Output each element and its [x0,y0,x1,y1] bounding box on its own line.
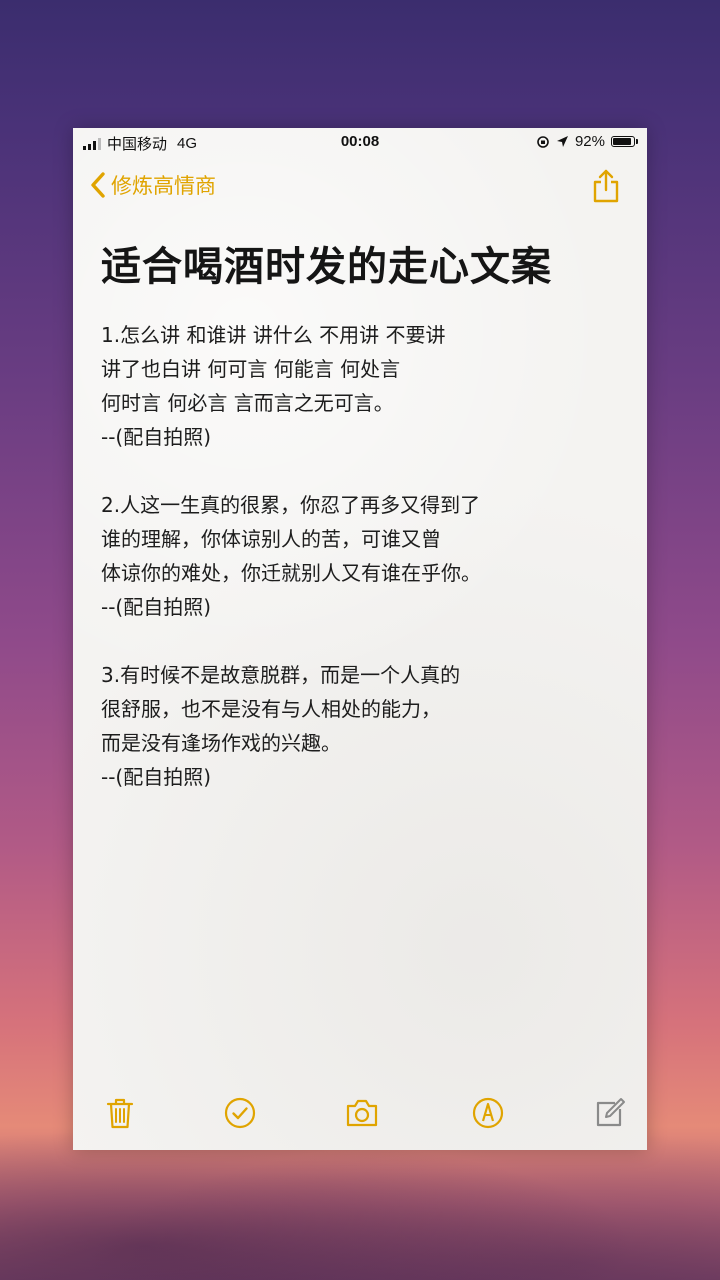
note-body[interactable]: 1.怎么讲 和谁讲 讲什么 不用讲 不要讲 讲了也白讲 何可言 何能言 何处言 … [101,318,631,828]
note-line: 讲了也白讲 何可言 何能言 何处言 [101,357,401,381]
camera-icon[interactable] [345,1096,379,1130]
status-bar: 中国移动 4G 00:08 92% [73,128,647,158]
phone-screen: 中国移动 4G 00:08 92% 修炼高情商 适合喝酒时发的走心文案 1.怎么… [73,128,647,1150]
battery-fill [613,138,632,145]
note-line: 很舒服，也不是没有与人相处的能力， [101,697,441,721]
location-icon [556,136,568,147]
note-line: --(配自拍照) [101,765,212,789]
battery-icon [611,136,638,147]
note-line: 何时言 何必言 言而言之无可言。 [101,391,394,415]
bottom-toolbar [73,1080,647,1150]
checklist-icon[interactable] [223,1096,257,1130]
note-title: 适合喝酒时发的走心文案 [101,244,552,290]
battery-percent: 92% [574,133,605,150]
note-line: 而是没有逢场作戏的兴趣。 [101,731,341,755]
note-section: 3.有时候不是故意脱群，而是一个人真的 很舒服，也不是没有与人相处的能力， 而是… [101,658,631,794]
note-line: --(配自拍照) [101,595,212,619]
chevron-left-icon [91,172,105,198]
orientation-lock-icon [537,135,549,148]
note-section: 2.人这一生真的很累，你忍了再多又得到了 谁的理解，你体谅别人的苦，可谁又曾 体… [101,488,631,624]
navigation-bar: 修炼高情商 [73,168,647,208]
note-line: --(配自拍照) [101,425,212,449]
back-label: 修炼高情商 [111,174,216,198]
note-line: 1.怎么讲 和谁讲 讲什么 不用讲 不要讲 [101,323,446,347]
share-icon[interactable] [591,168,621,204]
note-line: 体谅你的难处，你迁就别人又有谁在乎你。 [101,561,481,585]
note-section: 1.怎么讲 和谁讲 讲什么 不用讲 不要讲 讲了也白讲 何可言 何能言 何处言 … [101,318,631,454]
compose-icon[interactable] [593,1096,627,1130]
note-line: 谁的理解，你体谅别人的苦，可谁又曾 [101,527,441,551]
note-line: 3.有时候不是故意脱群，而是一个人真的 [101,663,461,687]
status-right: 92% [536,133,638,150]
note-line: 2.人这一生真的很累，你忍了再多又得到了 [101,493,481,517]
back-button[interactable]: 修炼高情商 [89,170,216,200]
trash-icon[interactable] [103,1096,137,1130]
markup-icon[interactable] [471,1096,505,1130]
